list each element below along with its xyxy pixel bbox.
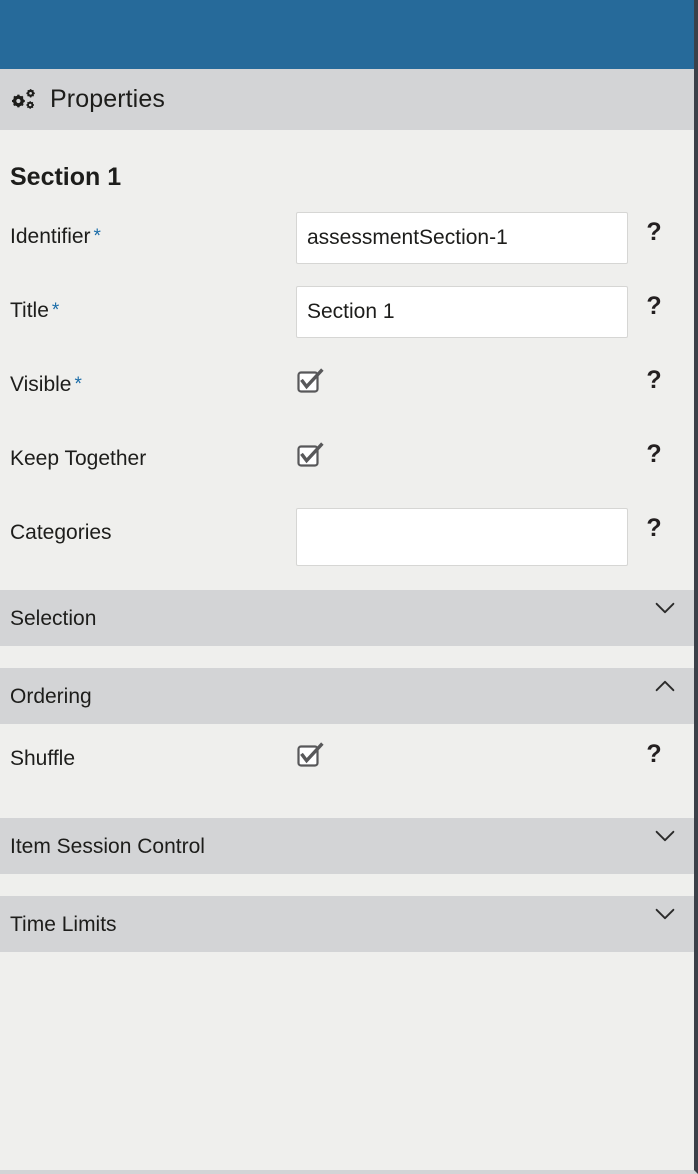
help-icon[interactable]: ? [636,286,672,319]
field-label: Identifier * [10,212,296,247]
accordion-toggle[interactable] [654,602,676,628]
accordion-title: Selection [10,606,97,630]
field-label-text: Shuffle [10,747,75,770]
cogs-icon [12,88,35,109]
form-row: Shuffle? [0,724,694,796]
text-input[interactable] [296,286,628,338]
panel-header: Properties [0,69,694,130]
accordion-gap [0,646,694,668]
form-row: Keep Together? [0,434,694,508]
field-label-text: Keep Together [10,447,147,470]
field-control: ? [296,734,694,770]
accordion-header-selection[interactable]: Selection [0,590,694,646]
checkbox-control[interactable] [296,360,628,396]
checkbox-checked-icon [297,742,324,767]
help-icon[interactable]: ? [636,212,672,245]
accordion-toggle[interactable] [654,908,676,934]
accordion-gap [0,874,694,896]
required-asterisk: * [74,374,82,395]
field-label: Shuffle [10,734,296,769]
checkbox-control[interactable] [296,734,628,770]
accordion-toggle[interactable] [654,830,676,856]
help-icon[interactable]: ? [636,508,672,541]
required-asterisk: * [51,300,60,321]
form-row: Categories? [0,508,694,582]
field-label-text: Title [10,299,49,322]
field-control: ? [296,508,694,566]
chevron-down-icon [655,908,675,919]
app-topbar [0,0,694,69]
field-label-text: Categories [10,521,112,544]
accordion-header-ordering[interactable]: Ordering [0,668,694,724]
accordion-title: Time Limits [10,912,117,936]
field-control: ? [296,434,694,470]
properties-form: Identifier*?Title*?Visible*?Keep Togethe… [0,190,694,582]
field-label-text: Identifier [10,225,91,248]
field-label: Visible * [10,360,296,395]
text-input[interactable] [296,212,628,264]
field-control: ? [296,360,694,396]
field-control: ? [296,212,694,264]
form-row: Visible *? [0,360,694,434]
chevron-down-icon [655,602,675,613]
accordion-title: Item Session Control [10,834,205,858]
checkbox-checked-icon [297,368,324,393]
accordion-header-item-session-control[interactable]: Item Session Control [0,818,694,874]
chevron-down-icon [655,830,675,841]
form-row: Identifier*? [0,212,694,286]
field-control: ? [296,286,694,338]
checkbox-checked-icon [297,442,324,467]
required-asterisk: * [93,226,101,247]
help-icon[interactable]: ? [636,434,672,467]
accordion-header-time-limits[interactable]: Time Limits [0,896,694,952]
form-row: Title*? [0,286,694,360]
chevron-up-icon [655,680,675,691]
accordion-gap [0,796,694,818]
accordion-body: Shuffle? [0,724,694,796]
field-label: Categories [10,508,296,543]
properties-panel: Properties Section 1 Identifier*?Title*?… [0,0,698,1174]
panel-filler [0,952,694,1092]
checkbox-control[interactable] [296,434,628,470]
panel-header-title: Properties [50,85,165,113]
page-title: Section 1 [10,163,122,191]
accordion-list: Selection Ordering Shuffle? Item Session Co… [0,590,694,952]
field-label-text: Visible [10,373,72,396]
field-label: Keep Together [10,434,296,469]
accordion-title: Ordering [10,684,92,708]
accordion-toggle[interactable] [654,680,676,706]
help-icon[interactable]: ? [636,360,672,393]
text-input[interactable] [296,508,628,566]
field-label: Title * [10,286,296,321]
help-icon[interactable]: ? [636,734,672,767]
